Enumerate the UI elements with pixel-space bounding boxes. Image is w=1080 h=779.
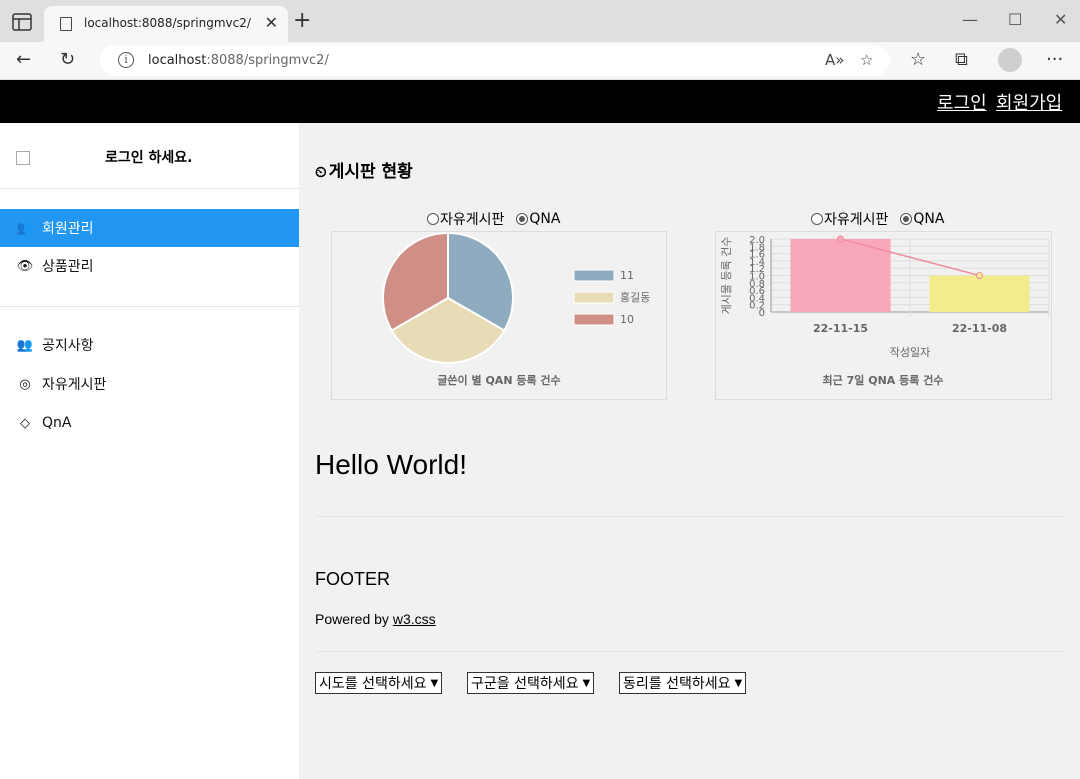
sidebar-item-members[interactable]: 👥 회원관리 xyxy=(0,209,299,247)
gugun-select[interactable]: 구군을 선택하세요 ▼ xyxy=(467,672,595,694)
series-point xyxy=(976,272,983,279)
page-icon xyxy=(60,17,72,31)
bullseye-icon: ◎ xyxy=(19,376,31,392)
chevron-down-icon: ▼ xyxy=(430,677,439,689)
chevron-down-icon: ▼ xyxy=(582,677,591,689)
url-host: localhost xyxy=(148,53,207,68)
sidebar-divider xyxy=(0,306,299,307)
x-tick-label: 22-11-15 xyxy=(813,322,868,335)
tab-title: localhost:8088/springmvc2/ xyxy=(84,16,251,30)
bar-chart: 2.01.81.61.41.21.00.80.60.40.2022-11-15 2… xyxy=(720,235,1050,387)
info-icon[interactable]: i xyxy=(118,52,134,68)
diamond-icon: ◇ xyxy=(20,415,30,431)
browser-tab-bar: localhost:8088/springmvc2/ ✕ + — ☐ ✕ xyxy=(0,0,1080,42)
sido-select-value: 시도를 선택하세요 xyxy=(319,676,427,692)
dong-select[interactable]: 동리를 선택하세요 ▼ xyxy=(619,672,747,694)
radio-free-board[interactable] xyxy=(427,213,439,225)
eye-icon: 👁 xyxy=(16,258,34,274)
browser-toolbar: ← ↻ i localhost:8088/springmvc2/ A» ☆ ☆ … xyxy=(0,42,1080,80)
dashboard-title: ⏲ 게시판 현황 xyxy=(315,157,413,182)
hello-heading: Hello World! xyxy=(315,449,467,480)
pie-chart: 11 홍길동 10 글쓴이 별 QAN 등록 건수 xyxy=(382,231,650,387)
legend-swatch xyxy=(573,291,615,304)
radio-qna-label: QNA xyxy=(529,211,561,227)
login-link[interactable]: 로그인 xyxy=(937,89,987,115)
main-content: ⏲ 게시판 현황 자유게시판 QNA 11 홍길동 10 글쓴이 별 QAN 등록 건수… xyxy=(299,123,1080,779)
radio-qna[interactable] xyxy=(900,213,913,225)
radio-qna-label: QNA xyxy=(913,211,945,227)
signup-link[interactable]: 회원가입 xyxy=(996,89,1062,115)
dashboard-icon: ⏲ xyxy=(315,163,327,181)
powered-text: Powered by xyxy=(315,611,393,627)
favorites-icon[interactable]: ☆ xyxy=(910,50,926,70)
gugun-select-value: 구군을 선택하세요 xyxy=(471,676,579,692)
sidebar-item-notice[interactable]: 👥 공지사항 xyxy=(0,326,299,364)
close-tab-icon[interactable]: ✕ xyxy=(265,13,278,32)
legend-label: 11 xyxy=(620,269,634,282)
y-axis-label: 게시물 등록 건수 xyxy=(720,237,733,315)
users-icon: 👥 xyxy=(16,220,34,236)
legend-swatch xyxy=(573,313,615,326)
address-bar[interactable]: i localhost:8088/springmvc2/ A» ☆ xyxy=(100,45,890,76)
dashboard-title-text: 게시판 현황 xyxy=(328,162,413,182)
top-nav: 로그인 회원가입 xyxy=(0,80,1080,123)
chart-title: 글쓴이 별 QAN 등록 건수 xyxy=(437,373,560,387)
legend-label: 10 xyxy=(620,313,634,326)
more-icon[interactable]: ··· xyxy=(1046,50,1063,70)
sidebar-item-qna[interactable]: ◇ QnA xyxy=(0,404,299,442)
pie-chart-panel: 11 홍길동 10 글쓴이 별 QAN 등록 건수 xyxy=(331,231,667,400)
series-point xyxy=(837,235,844,243)
collections-icon[interactable]: ⧉ xyxy=(955,50,968,70)
sidebar-item-label: 상품관리 xyxy=(42,259,94,275)
radio-free-label: 자유게시판 xyxy=(824,212,889,228)
dong-select-value: 동리를 선택하세요 xyxy=(623,676,731,692)
sido-select[interactable]: 시도를 선택하세요 ▼ xyxy=(315,672,443,694)
sidebar-item-label: QnA xyxy=(42,415,72,431)
tab-actions-icon[interactable] xyxy=(12,13,32,31)
x-axis-label: 작성일자 xyxy=(890,345,930,359)
divider xyxy=(315,651,1065,652)
footer-heading: FOOTER xyxy=(315,569,390,589)
sidebar-item-free-board[interactable]: ◎ 자유게시판 xyxy=(0,365,299,403)
minimize-icon[interactable]: — xyxy=(962,10,978,29)
url-path: :8088/springmvc2/ xyxy=(206,53,329,68)
chart2-board-selector: 자유게시판 QNA xyxy=(811,209,944,229)
x-tick-label: 22-11-08 xyxy=(952,322,1007,335)
bar xyxy=(790,239,891,312)
new-tab-icon[interactable]: + xyxy=(293,10,311,32)
radio-free-label: 자유게시판 xyxy=(440,212,505,228)
legend-label: 홍길동 xyxy=(620,290,650,304)
read-aloud-icon[interactable]: A» xyxy=(825,51,844,69)
sidebar-item-label: 자유게시판 xyxy=(42,377,107,393)
y-tick-label: 0 xyxy=(759,308,765,319)
divider xyxy=(315,516,1065,517)
browser-tab[interactable]: localhost:8088/springmvc2/ ✕ xyxy=(44,6,288,42)
bar-chart-panel: 2.0 1.8 1.6 1.4 1.2 1.0 0.8 0.6 0.4 0.2 0 22-11-15 2… xyxy=(715,231,1052,400)
legend-swatch xyxy=(573,269,615,282)
radio-qna[interactable] xyxy=(516,213,529,225)
chevron-down-icon: ▼ xyxy=(734,677,743,689)
refresh-icon[interactable]: ↻ xyxy=(60,50,75,70)
maximize-icon[interactable]: ☐ xyxy=(1008,10,1022,29)
sidebar: 로그인 하세요. 👥 회원관리 👁 상품관리 👥 공지사항 ◎ 자유게시판 ◇ … xyxy=(0,123,299,779)
sidebar-item-label: 회원관리 xyxy=(42,221,94,237)
powered-by: Powered by w3.css xyxy=(315,611,436,627)
chart-title: 최근 7일 QNA 등록 건수 xyxy=(823,373,944,387)
login-prompt: 로그인 하세요. xyxy=(105,150,193,166)
sidebar-item-products[interactable]: 👁 상품관리 xyxy=(0,247,299,285)
w3css-link[interactable]: w3.css xyxy=(393,611,436,627)
back-icon[interactable]: ← xyxy=(16,50,31,70)
users-icon: 👥 xyxy=(16,337,34,353)
add-favorite-icon[interactable]: ☆ xyxy=(860,51,873,69)
sidebar-item-label: 공지사항 xyxy=(42,338,94,354)
profile-avatar[interactable] xyxy=(998,48,1022,72)
user-panel: 로그인 하세요. xyxy=(0,123,299,189)
radio-free-board[interactable] xyxy=(811,213,823,225)
broken-avatar-image xyxy=(16,151,30,165)
window-close-icon[interactable]: ✕ xyxy=(1054,10,1067,29)
url-text: localhost:8088/springmvc2/ xyxy=(148,53,329,68)
chart1-board-selector: 자유게시판 QNA xyxy=(427,209,560,229)
bar xyxy=(929,275,1030,312)
